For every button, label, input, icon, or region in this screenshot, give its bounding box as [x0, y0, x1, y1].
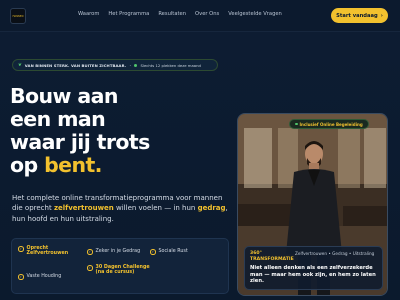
arrow-right-icon: ›	[380, 12, 383, 19]
benefit-item: ✓ Sociale Rust	[150, 249, 212, 255]
nav-link-over-ons[interactable]: Over Ons	[195, 11, 219, 17]
benefit-label: Sociale Rust	[158, 249, 188, 254]
headline-word-op: op	[10, 153, 38, 177]
check-icon: ✓	[18, 274, 24, 280]
benefit-item: ✓ Zeker in je Gedrag	[87, 249, 149, 255]
badge-title: VAN BINNEN STERK. VAN BUITEN ZICHTBAAR.	[24, 62, 127, 68]
benefit-item: ✓ Oprecht Zelfvertrouwen	[18, 246, 78, 256]
benefit-item: ✓ Vaste Houding	[18, 274, 78, 280]
nav-link-resultaten[interactable]: Resultaten	[158, 11, 186, 17]
card-quote: Niet alleen denken als een zelfverzekerd…	[250, 265, 376, 285]
nav-link-waarom[interactable]: Waarom	[78, 11, 99, 17]
benefit-item: ✓ 30 Dagen Challenge (na de cursus)	[87, 265, 151, 275]
hero-subtext: Het complete online transformatieprogram…	[12, 193, 232, 224]
navbar: MANNEN Waarom Het Programma Resultaten O…	[0, 0, 400, 32]
headline-line-3: waar jij trots	[10, 130, 150, 154]
check-icon: ✓	[18, 246, 24, 252]
status-dot-icon	[295, 122, 298, 126]
headline-line-4: op bent.	[10, 154, 215, 177]
program-card: Inclusief Online Begeleiding 360° TRANSF…	[237, 113, 388, 296]
status-dot-icon	[134, 63, 138, 67]
nav-link-faq[interactable]: Veelgestelde Vragen	[228, 11, 282, 17]
check-icon: ✓	[87, 249, 93, 255]
start-today-button[interactable]: Start vandaag ›	[331, 8, 388, 23]
card-badge-label: Inclusief Online Begeleiding	[299, 121, 363, 127]
check-icon: ✓	[150, 249, 156, 255]
headline-line-1: Bouw aan	[10, 84, 118, 108]
sub-gold-1: zelfvertrouwen	[53, 204, 114, 213]
info-row: 360° TRANSFORMATIE Zelfvertrouwen • Gedr…	[250, 251, 377, 262]
nav-link-programma[interactable]: Het Programma	[108, 11, 149, 17]
online-guidance-badge: Inclusief Online Begeleiding	[289, 119, 369, 129]
headline-highlight: bent.	[44, 153, 102, 177]
benefit-label: Zeker in je Gedrag	[95, 249, 141, 254]
benefit-label: Vaste Houding	[26, 274, 62, 279]
badge-separator: •	[129, 62, 132, 68]
benefit-label: Oprecht Zelfvertrouwen	[26, 246, 69, 256]
benefits-panel: ✓ Oprecht Zelfvertrouwen ✓ Zeker in je G…	[11, 238, 229, 294]
check-icon: ✓	[87, 265, 93, 271]
info-value: Zelfvertrouwen • Gedrag • Uitstraling	[295, 251, 375, 256]
benefit-label: 30 Dagen Challenge (na de cursus)	[95, 265, 150, 275]
sub-part-2: willen voelen — in hun	[116, 204, 196, 213]
sub-gold-2: gedrag	[197, 204, 226, 213]
start-today-label: Start vandaag	[336, 12, 378, 19]
transformation-info-box: 360° TRANSFORMATIE Zelfvertrouwen • Gedr…	[244, 246, 383, 290]
tagline-badge: ❦ VAN BINNEN STERK. VAN BUITEN ZICHTBAAR…	[12, 59, 218, 71]
logo[interactable]: MANNEN	[10, 8, 26, 24]
leaf-icon: ❦	[18, 62, 22, 68]
info-key: 360° TRANSFORMATIE	[250, 251, 294, 262]
headline-line-2: een man	[10, 107, 106, 131]
badge-note: Slechts 12 plekken deze maand	[140, 62, 201, 68]
hero-headline: Bouw aan een man waar jij trots op bent.	[10, 85, 215, 177]
nav-links: Waarom Het Programma Resultaten Over Ons…	[78, 11, 282, 17]
